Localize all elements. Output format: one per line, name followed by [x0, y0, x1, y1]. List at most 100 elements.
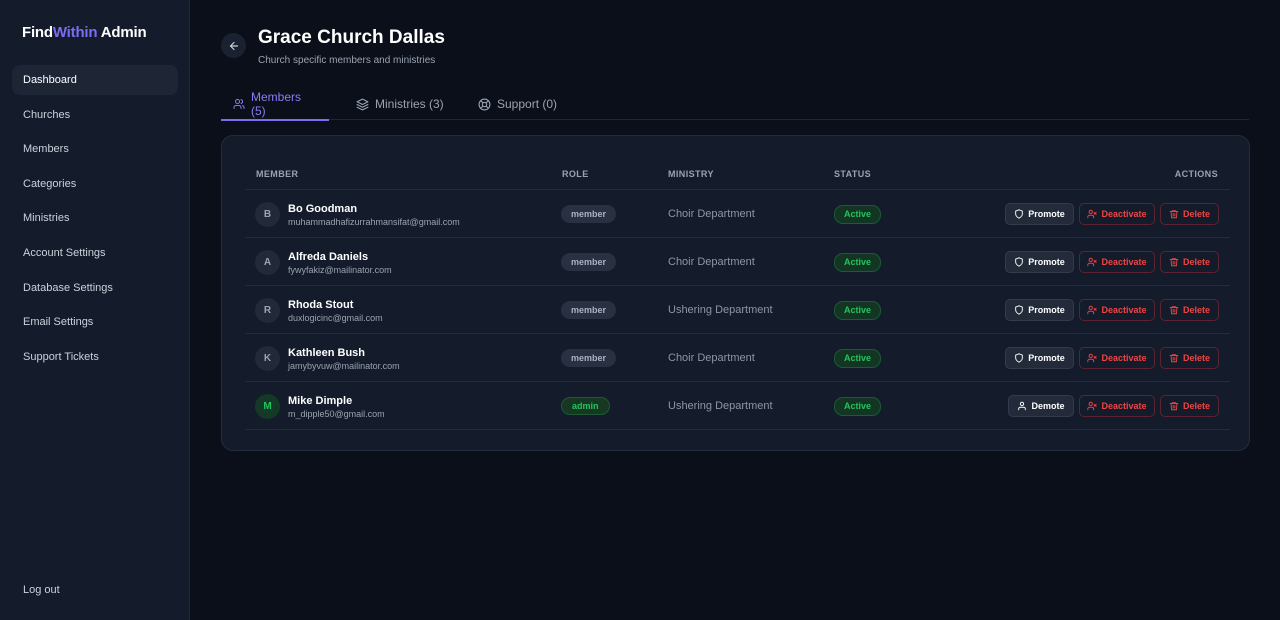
member-name: Kathleen Bush: [288, 347, 366, 359]
avatar: M: [255, 394, 280, 419]
member-ministry: Choir Department: [668, 208, 755, 220]
tab-ministries-label: Ministries (3): [375, 97, 444, 111]
delete-button-label: Delete: [1183, 305, 1211, 315]
deactivate-button[interactable]: Deactivate: [1079, 203, 1155, 225]
logout-link[interactable]: Log out: [23, 584, 60, 596]
sidebar-item-email-settings[interactable]: Email Settings: [12, 307, 178, 337]
member-email: jamybyvuw@mailinator.com: [288, 361, 400, 371]
column-header-status: STATUS: [834, 169, 872, 179]
promote-button[interactable]: Promote: [1005, 299, 1074, 321]
table-row: B Bo Goodman muhammadhafizurrahmansifat@…: [245, 190, 1230, 238]
deactivate-button[interactable]: Deactivate: [1079, 299, 1155, 321]
sidebar-item-support-tickets[interactable]: Support Tickets: [12, 342, 178, 372]
tab-members-label: Members (5): [251, 90, 302, 118]
sidebar-item-database-settings[interactable]: Database Settings: [12, 273, 178, 303]
users-icon: [233, 98, 245, 110]
avatar: R: [255, 298, 280, 323]
sidebar: FindWithin Admin Dashboard Churches Memb…: [0, 0, 190, 620]
page-title: Grace Church Dallas: [258, 27, 445, 48]
demote-button[interactable]: Demote: [1008, 395, 1074, 417]
layers-icon: [356, 98, 369, 111]
role-badge: member: [561, 301, 617, 319]
user-x-icon: [1087, 353, 1098, 363]
row-actions: Promote Deactivate Delete: [1005, 299, 1219, 321]
user-x-icon: [1087, 401, 1098, 411]
member-name: Mike Dimple: [288, 395, 353, 407]
user-x-icon: [1087, 209, 1098, 219]
arrow-left-icon: [228, 40, 240, 52]
deactivate-button[interactable]: Deactivate: [1079, 251, 1155, 273]
delete-button[interactable]: Delete: [1160, 395, 1219, 417]
row-actions: Demote Deactivate Delete: [1008, 395, 1219, 417]
member-name: Alfreda Daniels: [288, 251, 369, 263]
tab-members[interactable]: Members (5): [221, 88, 329, 121]
delete-button-label: Delete: [1183, 209, 1211, 219]
deactivate-button[interactable]: Deactivate: [1079, 395, 1155, 417]
status-badge: Active: [834, 349, 882, 368]
shield-icon: [1014, 353, 1024, 363]
sidebar-item-dashboard[interactable]: Dashboard: [12, 65, 178, 95]
column-header-ministry: MINISTRY: [668, 169, 714, 179]
role-badge: member: [561, 349, 617, 367]
delete-button[interactable]: Delete: [1160, 251, 1219, 273]
table-row: A Alfreda Daniels fywyfakiz@mailinator.c…: [245, 238, 1230, 286]
member-name: Rhoda Stout: [288, 299, 354, 311]
delete-button[interactable]: Delete: [1160, 203, 1219, 225]
promote-button-label: Promote: [1028, 353, 1065, 363]
brand-part-within: Within: [52, 24, 98, 41]
tab-support[interactable]: Support (0): [478, 88, 557, 120]
promote-button-label: Promote: [1028, 257, 1065, 267]
sidebar-item-ministries[interactable]: Ministries: [12, 203, 178, 233]
column-header-role: ROLE: [562, 169, 589, 179]
status-badge: Active: [834, 397, 882, 416]
sidebar-item-churches[interactable]: Churches: [12, 100, 178, 130]
delete-button-label: Delete: [1183, 353, 1211, 363]
lifebuoy-icon: [478, 98, 491, 111]
member-ministry: Choir Department: [668, 256, 755, 268]
status-badge: Active: [834, 253, 882, 272]
user-icon: [1017, 401, 1027, 411]
row-actions: Promote Deactivate Delete: [1005, 347, 1219, 369]
member-email: duxlogicinc@gmail.com: [288, 313, 383, 323]
delete-button-label: Delete: [1183, 401, 1211, 411]
delete-button[interactable]: Delete: [1160, 347, 1219, 369]
promote-button[interactable]: Promote: [1005, 251, 1074, 273]
user-x-icon: [1087, 257, 1098, 267]
deactivate-button-label: Deactivate: [1101, 209, 1147, 219]
sidebar-item-account-settings[interactable]: Account Settings: [12, 238, 178, 268]
column-header-member: MEMBER: [256, 169, 299, 179]
members-card: MEMBER ROLE MINISTRY STATUS ACTIONS B Bo…: [221, 135, 1250, 451]
brand-logo[interactable]: FindWithin Admin: [22, 24, 147, 41]
deactivate-button-label: Deactivate: [1101, 353, 1147, 363]
member-ministry: Ushering Department: [668, 304, 773, 316]
row-actions: Promote Deactivate Delete: [1005, 251, 1219, 273]
delete-button-label: Delete: [1183, 257, 1211, 267]
row-actions: Promote Deactivate Delete: [1005, 203, 1219, 225]
avatar: A: [255, 250, 280, 275]
tab-bar: Members (5) Ministries (3) Support (0): [221, 88, 1249, 121]
status-badge: Active: [834, 301, 882, 320]
trash-icon: [1169, 401, 1179, 411]
table-row: R Rhoda Stout duxlogicinc@gmail.com memb…: [245, 286, 1230, 334]
member-email: fywyfakiz@mailinator.com: [288, 265, 392, 275]
table-row: M Mike Dimple m_dipple50@gmail.com admin…: [245, 382, 1230, 430]
table-row: K Kathleen Bush jamybyvuw@mailinator.com…: [245, 334, 1230, 382]
member-email: m_dipple50@gmail.com: [288, 409, 385, 419]
shield-icon: [1014, 257, 1024, 267]
member-email: muhammadhafizurrahmansifat@gmail.com: [288, 217, 460, 227]
avatar: K: [255, 346, 280, 371]
deactivate-button-label: Deactivate: [1101, 257, 1147, 267]
promote-button-label: Promote: [1028, 305, 1065, 315]
deactivate-button[interactable]: Deactivate: [1079, 347, 1155, 369]
delete-button[interactable]: Delete: [1160, 299, 1219, 321]
role-badge: member: [561, 253, 617, 271]
trash-icon: [1169, 353, 1179, 363]
promote-button[interactable]: Promote: [1005, 347, 1074, 369]
sidebar-item-members[interactable]: Members: [12, 134, 178, 164]
deactivate-button-label: Deactivate: [1101, 401, 1147, 411]
sidebar-item-categories[interactable]: Categories: [12, 169, 178, 199]
sidebar-nav: Dashboard Churches Members Categories Mi…: [12, 65, 178, 376]
back-button[interactable]: [221, 33, 246, 58]
promote-button[interactable]: Promote: [1005, 203, 1074, 225]
tab-ministries[interactable]: Ministries (3): [356, 88, 444, 120]
